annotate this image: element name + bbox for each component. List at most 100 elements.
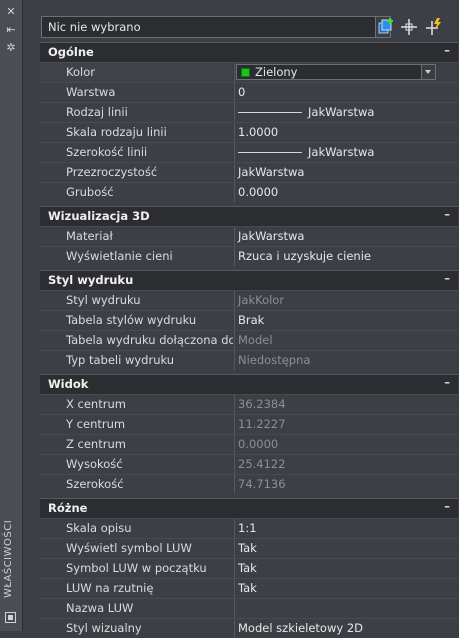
color-value: Zielony <box>255 65 298 79</box>
prop-row-plot-table[interactable]: Tabela stylów wydruku Brak <box>40 310 458 330</box>
section-title: Wizualizacja 3D <box>48 209 150 223</box>
prop-label: Grubość <box>66 185 114 199</box>
prop-row-thickness[interactable]: Grubość 0.0000 <box>40 182 458 202</box>
section-title: Ogólne <box>48 45 94 59</box>
prop-value[interactable]: Tak <box>234 559 458 578</box>
prop-row-ucsicon[interactable]: Wyświetl symbol LUW Tak <box>40 538 458 558</box>
prop-label: Tabela wydruku dołączona do <box>66 333 233 347</box>
prop-label: Z centrum <box>66 437 126 451</box>
select-objects-button[interactable] <box>399 17 419 37</box>
section-general[interactable]: Ogólne – <box>40 42 458 62</box>
property-grid: Ogólne – Kolor Zielony Warstwa 0 Rodzaj … <box>40 42 458 638</box>
quick-select-button[interactable] <box>424 17 444 37</box>
prop-value[interactable]: Zielony <box>234 63 458 82</box>
prop-value[interactable]: Brak <box>234 311 458 330</box>
palette-title-bar[interactable]: ✕ ⇤ ✲ WŁAŚCIWOŚCI <box>0 0 23 631</box>
prop-value[interactable]: Tak <box>234 539 458 558</box>
prop-value[interactable]: JakWarstwa <box>234 227 458 246</box>
object-type-dropdown[interactable]: Nic nie wybrano <box>41 16 391 38</box>
autohide-icon[interactable]: ⇤ <box>5 24 17 36</box>
prop-label: LUW na rzutnię <box>66 581 154 595</box>
toggle-pickadd-icon <box>378 18 393 34</box>
collapse-icon[interactable]: – <box>444 43 450 57</box>
prop-label: Wysokość <box>66 457 123 471</box>
color-dropdown[interactable]: Zielony <box>236 64 436 80</box>
prop-label: Styl wizualny <box>66 621 142 635</box>
prop-row-width[interactable]: Szerokość 74.7136 <box>40 474 458 494</box>
prop-row-linetype[interactable]: Rodzaj linii JakWarstwa <box>40 102 458 122</box>
prop-row-plotstyle[interactable]: Styl wydruku JakKolor <box>40 290 458 310</box>
prop-value[interactable]: Model szkieletowy 2D <box>234 619 458 638</box>
prop-label: Warstwa <box>66 85 116 99</box>
prop-label: Szerokość <box>66 477 124 491</box>
prop-label: Styl wydruku <box>66 293 141 307</box>
prop-value: Model <box>234 331 458 350</box>
prop-label: Tabela stylów wydruku <box>66 313 197 327</box>
prop-value[interactable]: JakWarstwa <box>234 143 458 162</box>
collapse-icon[interactable]: – <box>444 207 450 221</box>
color-swatch <box>241 68 250 77</box>
prop-label: Typ tabeli wydruku <box>66 353 175 367</box>
section-3d-visualization[interactable]: Wizualizacja 3D – <box>40 206 458 226</box>
prop-value[interactable]: 1.0000 <box>234 123 458 142</box>
prop-label: Szerokość linii <box>66 145 148 159</box>
close-icon[interactable]: ✕ <box>5 6 17 18</box>
toggle-pickadd-button[interactable] <box>376 17 396 37</box>
prop-row-ltscale[interactable]: Skala rodzaju linii 1.0000 <box>40 122 458 142</box>
section-title: Widok <box>48 377 89 391</box>
section-plot-style[interactable]: Styl wydruku – <box>40 270 458 290</box>
prop-row-plot-tabletype[interactable]: Typ tabeli wydruku Niedostępna <box>40 350 458 370</box>
toolbar: Nic nie wybrano <box>24 0 457 40</box>
prop-row-color[interactable]: Kolor Zielony <box>40 62 458 82</box>
line-preview <box>238 112 302 113</box>
prop-value[interactable] <box>234 599 458 618</box>
prop-row-center-y[interactable]: Y centrum 11.2227 <box>40 414 458 434</box>
prop-label: Materiał <box>66 229 113 243</box>
prop-value: JakKolor <box>234 291 458 310</box>
prop-row-ucsname[interactable]: Nazwa LUW <box>40 598 458 618</box>
prop-row-annoscale[interactable]: Skala opisu 1:1 <box>40 518 458 538</box>
quick-select-icon <box>426 18 441 35</box>
prop-row-lineweight[interactable]: Szerokość linii JakWarstwa <box>40 142 458 162</box>
palette-settings-icon[interactable] <box>5 612 16 623</box>
select-objects-icon <box>401 19 417 35</box>
prop-label: Wyświetl symbol LUW <box>66 541 192 555</box>
prop-value: 74.7136 <box>234 475 458 494</box>
section-view[interactable]: Widok – <box>40 374 458 394</box>
prop-row-center-z[interactable]: Z centrum 0.0000 <box>40 434 458 454</box>
prop-row-center-x[interactable]: X centrum 36.2384 <box>40 394 458 414</box>
lineweight-value: JakWarstwa <box>308 145 375 159</box>
prop-row-shadow[interactable]: Wyświetlanie cieni Rzuca i uzyskuje cien… <box>40 246 458 266</box>
prop-value[interactable]: JakWarstwa <box>234 163 458 182</box>
prop-label: Nazwa LUW <box>66 601 134 615</box>
prop-label: Skala opisu <box>66 521 132 535</box>
prop-value[interactable]: 1:1 <box>234 519 458 538</box>
properties-menu-icon[interactable]: ✲ <box>5 42 17 54</box>
prop-value[interactable]: JakWarstwa <box>234 103 458 122</box>
collapse-icon[interactable]: – <box>444 271 450 285</box>
prop-row-height[interactable]: Wysokość 25.4122 <box>40 454 458 474</box>
collapse-icon[interactable]: – <box>444 499 450 513</box>
prop-row-ucsorigin[interactable]: Symbol LUW w początku Tak <box>40 558 458 578</box>
prop-value[interactable]: 0.0000 <box>234 183 458 202</box>
collapse-icon[interactable]: – <box>444 375 450 389</box>
prop-value: 36.2384 <box>234 395 458 414</box>
properties-panel: Nic nie wybrano Ogólne – Kolor Zielony W… <box>24 0 458 638</box>
prop-value[interactable]: Rzuca i uzyskuje cienie <box>234 247 458 266</box>
chevron-down-icon[interactable] <box>421 65 435 79</box>
palette-title: WŁAŚCIWOŚCI <box>3 519 14 598</box>
prop-label: X centrum <box>66 397 126 411</box>
prop-row-material[interactable]: Materiał JakWarstwa <box>40 226 458 246</box>
section-misc[interactable]: Różne – <box>40 498 458 518</box>
prop-row-transparency[interactable]: Przezroczystość JakWarstwa <box>40 162 458 182</box>
prop-label: Symbol LUW w początku <box>66 561 207 575</box>
prop-row-plot-attached[interactable]: Tabela wydruku dołączona do Model <box>40 330 458 350</box>
prop-value: 11.2227 <box>234 415 458 434</box>
prop-value[interactable]: 0 <box>234 83 458 102</box>
prop-value[interactable]: Tak <box>234 579 458 598</box>
prop-value: 0.0000 <box>234 435 458 454</box>
prop-row-visualstyle[interactable]: Styl wizualny Model szkieletowy 2D <box>40 618 458 638</box>
prop-row-ucsvp[interactable]: LUW na rzutnię Tak <box>40 578 458 598</box>
prop-row-layer[interactable]: Warstwa 0 <box>40 82 458 102</box>
prop-label: Przezroczystość <box>66 165 158 179</box>
